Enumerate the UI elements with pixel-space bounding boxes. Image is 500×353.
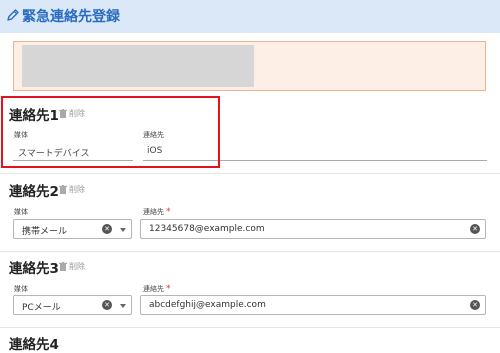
- clear-icon[interactable]: ✕: [102, 224, 112, 234]
- required-mark: *: [166, 207, 171, 217]
- redacted-block: [22, 45, 254, 87]
- media-label: 媒体: [14, 208, 28, 216]
- dest-label-text: 連絡先: [143, 285, 164, 293]
- chevron-down-icon[interactable]: [120, 228, 126, 232]
- contact-4-title: 連絡先4: [9, 337, 59, 353]
- trash-icon: [59, 262, 67, 271]
- divider: [0, 327, 500, 328]
- page-header: 緊急連絡先登録: [0, 0, 500, 33]
- dest-label: 連絡先 *: [143, 284, 171, 294]
- media-label: 媒体: [14, 285, 28, 293]
- notice-box: [13, 41, 486, 91]
- contact-3-media-select[interactable]: PCメール ✕: [13, 295, 132, 315]
- chevron-down-icon[interactable]: [120, 304, 126, 308]
- selected-value: PCメール: [22, 303, 61, 313]
- dest-label-text: 連絡先: [143, 208, 164, 216]
- clear-icon[interactable]: ✕: [470, 300, 480, 310]
- contact-2-dest-input[interactable]: 12345678@example.com ✕: [140, 219, 486, 239]
- delete-label: 削除: [69, 262, 85, 271]
- trash-icon: [59, 185, 67, 194]
- divider: [0, 173, 500, 174]
- contact-2-title: 連絡先2: [9, 184, 59, 200]
- delete-label: 削除: [69, 185, 85, 194]
- highlight-frame: [1, 96, 220, 168]
- contact-2-media-select[interactable]: 携帯メール ✕: [13, 219, 132, 239]
- contact-3-dest-input[interactable]: abcdefghij@example.com ✕: [140, 295, 486, 315]
- contact-3-title: 連絡先3: [9, 261, 59, 277]
- dest-label: 連絡先 *: [143, 207, 171, 217]
- selected-value: 携帯メール: [22, 227, 68, 237]
- clear-icon[interactable]: ✕: [470, 224, 480, 234]
- input-value: 12345678@example.com: [149, 224, 265, 234]
- clear-icon[interactable]: ✕: [102, 300, 112, 310]
- contact-2-delete[interactable]: 削除: [59, 184, 85, 195]
- contact-3-delete[interactable]: 削除: [59, 261, 85, 272]
- pencil-icon: [7, 9, 19, 21]
- required-mark: *: [166, 284, 171, 294]
- divider: [0, 251, 500, 252]
- input-value: abcdefghij@example.com: [149, 300, 266, 310]
- page-title: 緊急連絡先登録: [22, 9, 120, 25]
